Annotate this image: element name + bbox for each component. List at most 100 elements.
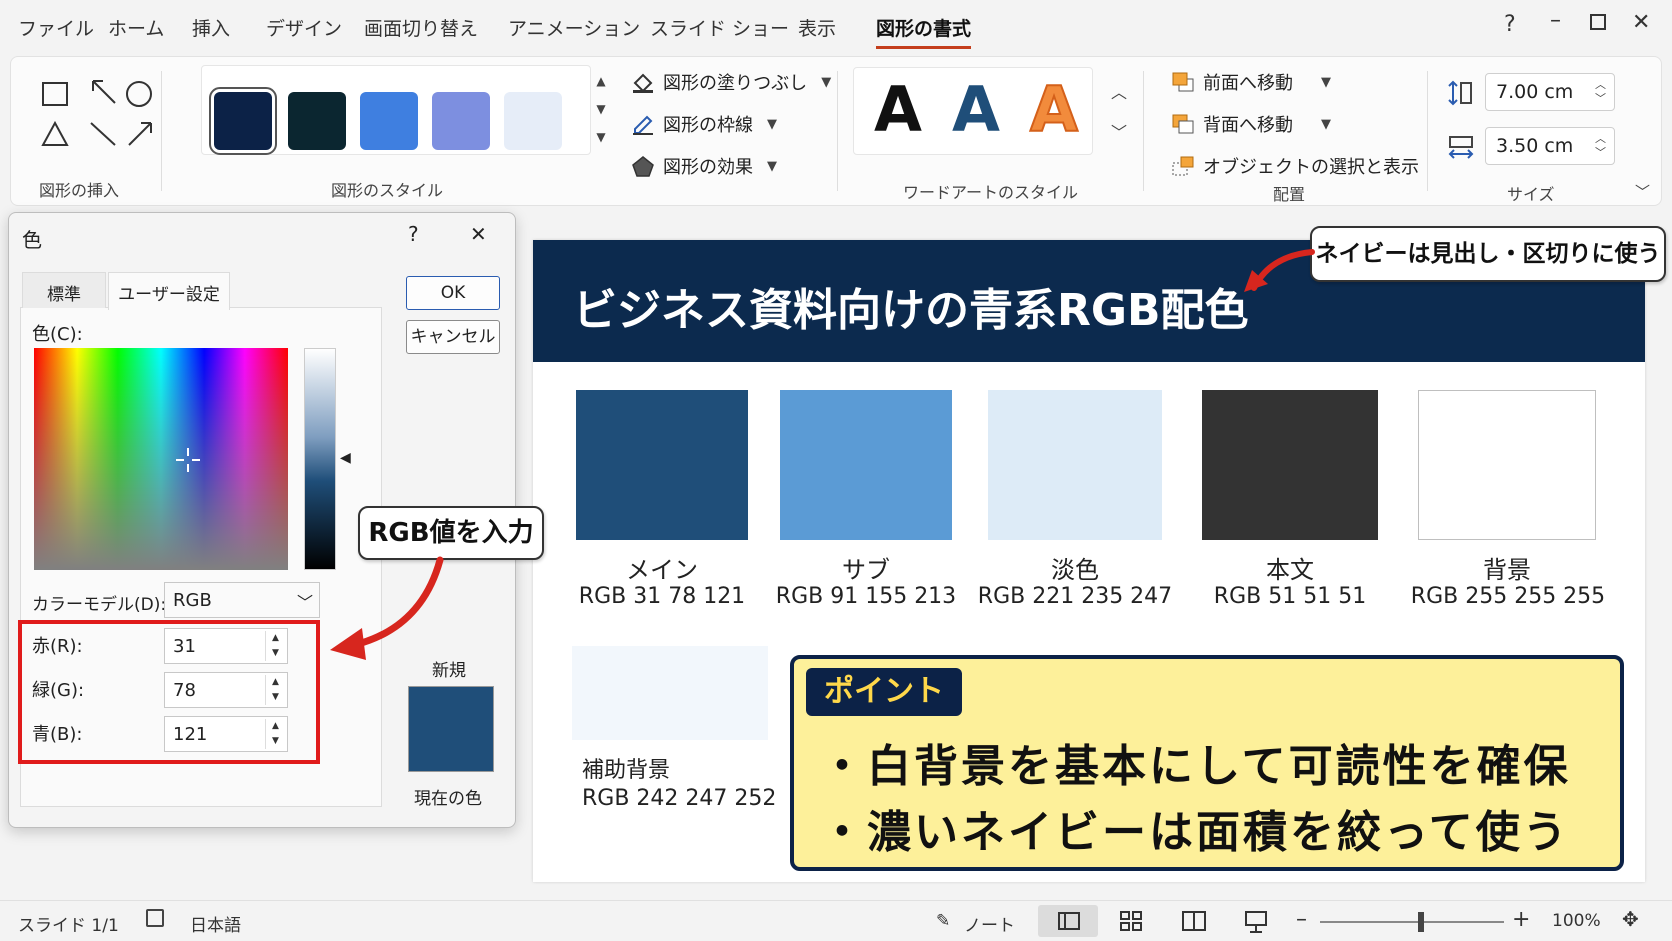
style-swatch-4[interactable]: [432, 92, 490, 150]
wordart-style-orange[interactable]: A: [1029, 70, 1079, 150]
tab-shape-format[interactable]: 図形の書式: [876, 14, 972, 49]
style-swatch-1[interactable]: [209, 87, 277, 155]
colors-label: 色(C):: [32, 324, 83, 345]
tab-insert[interactable]: 挿入: [192, 14, 230, 41]
card-label-aux-background: 補助背景: [582, 758, 671, 783]
color-card-aux-background[interactable]: [572, 646, 768, 740]
shape-fill-button[interactable]: 図形の塗りつぶし ▼: [631, 69, 831, 95]
card-rgb-text: RGB 51 51 51: [1213, 584, 1367, 609]
normal-view-button[interactable]: [1038, 905, 1098, 937]
width-spinner[interactable]: ︿ ﹀: [1595, 132, 1606, 160]
rgb-input-callout: RGB値を入力: [358, 506, 544, 560]
shape-gallery[interactable]: [29, 71, 159, 151]
line-arrow-icon: [92, 80, 116, 104]
zoom-slider[interactable]: [1320, 912, 1504, 932]
point-bullet-1: ・白背景を基本にして可読性を確保: [820, 741, 1571, 792]
zoom-in-button[interactable]: +: [1512, 907, 1530, 932]
triangle-icon: [41, 120, 69, 146]
shape-width-input[interactable]: 3.50 cm ︿ ﹀: [1485, 127, 1615, 165]
card-rgb-sub: RGB 91 155 213: [775, 584, 957, 609]
shape-effects-button[interactable]: 図形の効果 ▼: [631, 153, 777, 179]
circle-icon: [126, 81, 152, 107]
rgb-highlight-box: [18, 620, 320, 764]
tab-slideshow[interactable]: スライド ショー: [650, 14, 789, 41]
cancel-button[interactable]: キャンセル: [406, 320, 500, 354]
send-backward-icon: [1171, 113, 1195, 135]
notes-button[interactable]: ノート: [964, 911, 1015, 936]
chevron-down-icon: ▼: [1321, 116, 1331, 132]
dialog-title: 色: [22, 228, 42, 252]
slide-sorter-icon[interactable]: [1120, 911, 1142, 936]
shape-outline-button[interactable]: 図形の枠線 ▼: [631, 111, 777, 137]
gallery-scroll[interactable]: ▲ ▼ ▼: [593, 67, 609, 151]
wordart-style-blue[interactable]: A: [952, 70, 1000, 150]
current-color-label: 現在の色: [414, 789, 482, 809]
chevron-down-icon: ▼: [767, 116, 777, 132]
language-indicator[interactable]: 日本語: [190, 911, 241, 936]
luminance-bar[interactable]: [304, 348, 336, 570]
new-color-preview: [408, 686, 494, 772]
style-swatch-3[interactable]: [360, 92, 418, 150]
dialog-help-button[interactable]: ?: [408, 222, 419, 246]
tab-animations[interactable]: アニメーション: [508, 14, 640, 41]
rgb-input-arrow-icon: [330, 556, 444, 660]
selection-pane-button[interactable]: オブジェクトの選択と表示: [1171, 153, 1419, 179]
shape-style-gallery[interactable]: [201, 65, 591, 155]
fit-to-window-icon[interactable]: ✥: [1622, 907, 1639, 931]
presenter-view-icon[interactable]: [1244, 911, 1268, 938]
bring-forward-button[interactable]: 前面へ移動 ▼: [1171, 69, 1331, 95]
slide-counter: スライド 1/1: [18, 916, 119, 936]
wordart-gallery[interactable]: A A A: [853, 67, 1093, 155]
line-icon: [90, 122, 116, 146]
card-label-background: 背景: [1483, 556, 1531, 584]
color-card-background[interactable]: [1418, 390, 1596, 540]
color-card-light[interactable]: [988, 390, 1162, 540]
color-card-sub[interactable]: [780, 390, 952, 540]
color-model-select[interactable]: RGB ﹀: [164, 582, 320, 618]
color-card-text[interactable]: [1202, 390, 1378, 540]
group-label-insert-shapes: 図形の挿入: [39, 181, 120, 200]
menu-bar: ファイル ホーム 挿入 デザイン 画面切り替え アニメーション スライド ショー…: [0, 0, 1672, 54]
zoom-slider-thumb[interactable]: [1418, 912, 1425, 932]
width-icon: [1447, 133, 1475, 166]
style-swatch-5[interactable]: [504, 92, 562, 150]
point-tag: ポイント: [806, 668, 962, 716]
style-swatch-2[interactable]: [288, 92, 346, 150]
tab-file[interactable]: ファイル: [18, 14, 94, 41]
accessibility-icon[interactable]: [146, 909, 164, 927]
height-spinner[interactable]: ︿ ﹀: [1595, 78, 1606, 106]
card-label-light: 淡色: [1051, 556, 1099, 584]
tab-transitions[interactable]: 画面切り替え: [364, 14, 478, 41]
maximize-icon[interactable]: [1590, 14, 1606, 30]
group-label-wordart: ワードアートのスタイル: [903, 183, 1079, 202]
tab-standard[interactable]: 標準: [22, 272, 106, 308]
spectrum-crosshair-icon[interactable]: [174, 446, 202, 474]
ok-button[interactable]: OK: [406, 276, 500, 310]
card-rgb-light: RGB 221 235 247: [977, 584, 1173, 609]
card-rgb-aux-background: RGB 242 247 252: [582, 786, 777, 811]
zoom-out-button[interactable]: –: [1296, 907, 1307, 932]
color-card-main[interactable]: [576, 390, 748, 540]
group-label-size: サイズ: [1507, 185, 1555, 204]
wordart-scroll[interactable]: ︿ ﹀: [1111, 73, 1127, 153]
size-dialog-launcher-icon[interactable]: ﹀: [1635, 181, 1650, 202]
tab-home[interactable]: ホーム: [108, 14, 164, 41]
tab-view[interactable]: 表示: [798, 14, 836, 41]
help-button[interactable]: ?: [1504, 12, 1516, 37]
pen-icon: [631, 113, 655, 135]
reading-view-icon[interactable]: [1182, 911, 1206, 936]
shape-height-input[interactable]: 7.00 cm ︿ ﹀: [1485, 73, 1615, 111]
zoom-level[interactable]: 100%: [1552, 911, 1601, 931]
luminance-pointer-icon[interactable]: ◀: [340, 450, 351, 466]
tab-design[interactable]: デザイン: [266, 14, 342, 41]
card-rgb-main: RGB 31 78 121: [578, 584, 746, 609]
wordart-style-black[interactable]: A: [874, 70, 922, 150]
minimize-icon[interactable]: –: [1550, 8, 1561, 33]
tab-custom[interactable]: ユーザー設定: [108, 272, 230, 310]
card-label-main: メイン: [626, 556, 698, 584]
dialog-close-icon[interactable]: ✕: [470, 222, 487, 246]
color-spectrum[interactable]: [34, 348, 288, 570]
send-backward-button[interactable]: 背面へ移動 ▼: [1171, 111, 1331, 137]
close-icon[interactable]: ✕: [1632, 10, 1650, 35]
color-model-label: カラーモデル(D):: [32, 595, 167, 615]
